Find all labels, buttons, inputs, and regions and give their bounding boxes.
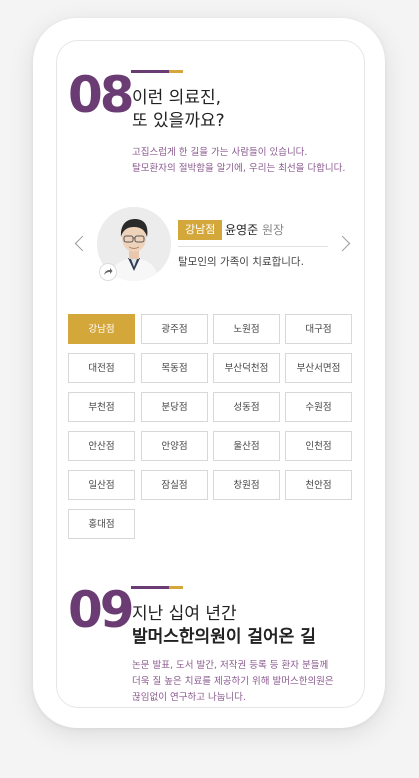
section-number-08: 08 (68, 66, 135, 124)
branch-button[interactable]: 홍대점 (68, 509, 135, 539)
share-icon[interactable] (99, 263, 117, 281)
branch-badge: 강남점 (178, 220, 223, 240)
section2-bar-purple (131, 586, 169, 589)
branch-button[interactable]: 울산점 (213, 431, 280, 461)
doctor-divider (178, 246, 328, 247)
branch-button[interactable]: 잠실점 (141, 470, 208, 500)
branch-button[interactable]: 목동점 (141, 353, 208, 383)
branch-button[interactable]: 창원점 (213, 470, 280, 500)
branch-button[interactable]: 인천점 (285, 431, 352, 461)
section-title-line1: 이런 의료진, (132, 88, 222, 108)
branch-button[interactable]: 천안점 (285, 470, 352, 500)
section-title-08: 이런 의료진, 또 있을까요? (132, 87, 225, 133)
doctor-tagline: 탈모인의 가족이 치료합니다. (178, 256, 304, 268)
section-bar-purple (131, 70, 169, 73)
branch-button[interactable]: 일산점 (68, 470, 135, 500)
branch-button[interactable]: 분당점 (141, 392, 208, 422)
branch-button[interactable]: 안양점 (141, 431, 208, 461)
doctor-name: 윤영준 원장 (225, 220, 284, 240)
section-desc-line2: 탈모환자의 절박함을 알기에, 우리는 최선을 다합니다. (132, 163, 346, 174)
section2-desc-line2: 더욱 질 높은 치료를 제공하기 위해 발머스한의원은 (132, 676, 334, 687)
branch-button[interactable]: 광주점 (141, 314, 208, 344)
branch-button[interactable]: 대전점 (68, 353, 135, 383)
branch-button[interactable]: 수원점 (285, 392, 352, 422)
section2-bar-gold (169, 586, 183, 589)
section-desc-line1: 고집스럽게 한 길을 가는 사람들이 있습니다. (132, 147, 308, 158)
section2-title-line2: 발머스한의원이 걸어온 길 (132, 627, 316, 647)
section-bar-gold (169, 70, 183, 73)
branch-button[interactable]: 부산덕천점 (213, 353, 280, 383)
section-desc-08: 고집스럽게 한 길을 가는 사람들이 있습니다. 탈모환자의 절박함을 알기에,… (132, 145, 345, 177)
doctor-name-text: 윤영준 (225, 223, 259, 237)
section-title-09: 지난 십여 년간 발머스한의원이 걸어온 길 (132, 603, 316, 649)
doctor-role: 원장 (261, 223, 285, 237)
share-arrow-glyph (104, 268, 113, 275)
section2-desc-line1: 논문 발표, 도서 발간, 저작권 등록 등 환자 분들께 (132, 660, 329, 671)
section2-title-line1: 지난 십여 년간 (132, 604, 237, 624)
section2-desc-line3: 끊임없이 연구하고 나눕니다. (132, 692, 246, 703)
branch-button[interactable]: 노원점 (213, 314, 280, 344)
branch-button[interactable]: 성동점 (213, 392, 280, 422)
section-number-09: 09 (68, 581, 135, 639)
section-title-line2: 또 있을까요? (132, 111, 225, 131)
branch-button[interactable]: 대구점 (285, 314, 352, 344)
branch-button[interactable]: 부산서면점 (285, 353, 352, 383)
branch-button[interactable]: 안산점 (68, 431, 135, 461)
branch-button[interactable]: 강남점 (68, 314, 135, 344)
branch-button[interactable]: 부천점 (68, 392, 135, 422)
section-desc-09: 논문 발표, 도서 발간, 저작권 등록 등 환자 분들께 더욱 질 높은 치료… (132, 658, 334, 706)
